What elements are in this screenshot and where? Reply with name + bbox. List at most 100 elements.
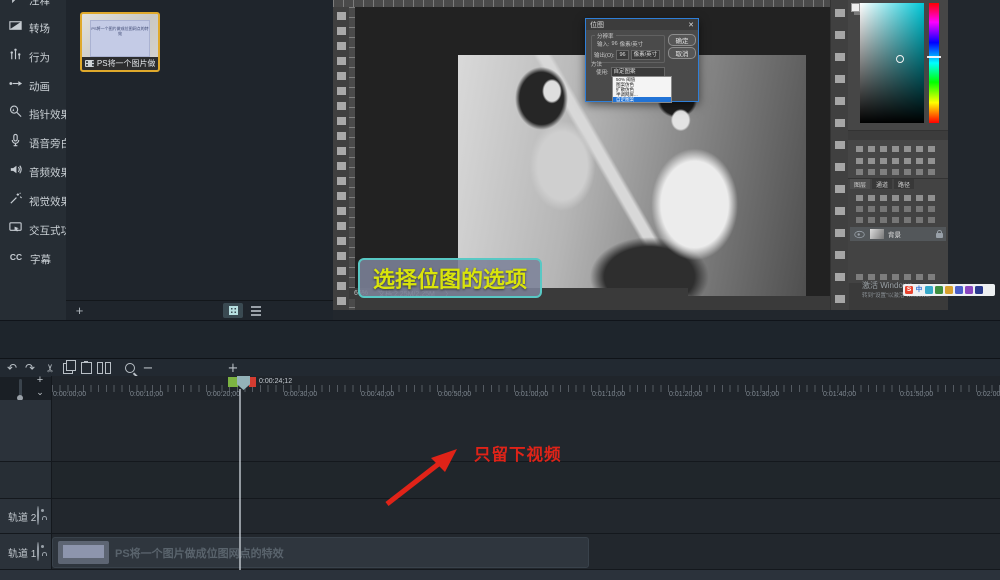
- add-media-button[interactable]: +: [72, 303, 87, 318]
- ps-layer-thumbnail: [870, 229, 884, 239]
- ps-layers-tabs: 图层 通道 路径: [848, 179, 914, 189]
- ime-icon: [955, 286, 963, 294]
- ps-layer-name: 背景: [888, 229, 901, 239]
- list-view-button[interactable]: [247, 303, 265, 318]
- sidebar-item-animations[interactable]: 动画: [0, 72, 66, 100]
- ps-layers-blend-row: [856, 206, 940, 212]
- ps-use-label: 使用:: [596, 68, 609, 76]
- ps-hue-cursor: [927, 56, 941, 58]
- ruler-label: 0:00:30;00: [284, 391, 317, 398]
- captions-cc-icon: CC: [8, 249, 24, 269]
- ps-panel-icon-strip: [830, 0, 849, 310]
- grid-view-button[interactable]: [223, 303, 243, 318]
- split-icon: [97, 362, 111, 374]
- track2-header: 轨道 2: [0, 499, 51, 533]
- eye-icon: [854, 230, 864, 237]
- playhead-line[interactable]: [239, 389, 241, 570]
- sidebar-item-interactivity[interactable]: 交互式功能: [0, 216, 66, 244]
- red-arrow-annotation: [383, 446, 463, 508]
- ps-tab-paths: 路径: [894, 179, 914, 189]
- paste-icon: [81, 362, 92, 374]
- ps-adjustments-panel: [848, 130, 948, 179]
- video-editor-app: 注释 转场 行为 动画 指针效果 语音旁白 音频效果 视觉效果: [0, 0, 1000, 580]
- ps-dropdown-option-selected: 自定图案: [613, 97, 671, 102]
- speaker-icon: [8, 162, 23, 182]
- transitions-icon: [8, 18, 23, 38]
- grid-view-icon: [229, 306, 238, 315]
- media-bin: PS将一个图片做成位图网点的特效 PS将一个图片做...: [66, 0, 333, 320]
- ps-input-value: 96: [612, 41, 618, 47]
- copy-icon: [63, 363, 73, 374]
- ps-resolution-group: 分辨率 输入: 96 像素/英寸 输出(O): 96 像素/英寸: [591, 35, 665, 63]
- sidebar-item-annotations[interactable]: 注释: [0, 0, 66, 14]
- timeline-clip[interactable]: PS将一个图片做成位图网点的特效: [52, 537, 589, 568]
- ime-icon: [945, 286, 953, 294]
- ime-icon: [935, 286, 943, 294]
- zoom-in-button[interactable]: +: [226, 359, 240, 377]
- zoom-out-button[interactable]: −: [141, 359, 155, 377]
- input-method-toolbar: S 中: [903, 284, 995, 296]
- callout-text: 选择位图的选项: [373, 262, 527, 294]
- photoshop-screenshot: 66% 文档:2.25M/2.25M 〉 位图 ✕ 分辨率 输入: 96 像素/…: [333, 0, 948, 310]
- timeline-empty-area[interactable]: [51, 462, 1000, 498]
- playhead-in-marker[interactable]: [228, 377, 238, 387]
- ps-adjustment-icons-row: [856, 169, 940, 175]
- track2-name: 轨道 2: [8, 509, 36, 524]
- animations-icon: [8, 76, 23, 96]
- ruler-label: 0:01:00;00: [515, 391, 548, 398]
- paste-button[interactable]: [78, 359, 94, 377]
- sidebar-item-captions[interactable]: CC 字幕: [0, 245, 66, 273]
- sidebar-item-label: 注释: [29, 0, 50, 8]
- lock-icon: [936, 233, 943, 238]
- undo-button[interactable]: ↶: [4, 359, 20, 377]
- microphone-icon: [8, 133, 23, 153]
- timeline-bottom-strip: [0, 570, 1000, 580]
- eye-icon[interactable]: [37, 542, 39, 561]
- preview-canvas[interactable]: 66% 文档:2.25M/2.25M 〉 位图 ✕ 分辨率 输入: 96 像素/…: [333, 0, 1000, 320]
- sidebar-item-label: 指针效果: [29, 107, 71, 122]
- sidebar-item-audio-effects[interactable]: 音频效果: [0, 158, 66, 186]
- ps-cancel-button: 取消: [668, 47, 696, 59]
- sidebar-item-label: 视觉效果: [29, 194, 71, 209]
- ruler-label: 0:00:00;00: [53, 391, 86, 398]
- collapse-tracks-button[interactable]: ⌄: [32, 387, 48, 400]
- behaviors-icon: [8, 47, 23, 67]
- track2-lane[interactable]: [51, 499, 1000, 533]
- close-icon: ✕: [688, 21, 694, 29]
- track-header-spacer: [0, 462, 51, 498]
- media-bin-footer: +: [66, 300, 333, 321]
- sidebar-item-transitions[interactable]: 转场: [0, 14, 66, 42]
- callout-annotation[interactable]: 选择位图的选项: [358, 258, 542, 298]
- thumbnail-filename: PS将一个图片做...: [97, 58, 155, 69]
- eye-icon[interactable]: [37, 506, 39, 525]
- playhead-out-marker[interactable]: [249, 377, 256, 387]
- timeline-ruler[interactable]: 0:00:00;00 0:00:10;00 0:00:20;00 0:00:30…: [51, 376, 1000, 400]
- thumbnail-slide-preview: PS将一个图片做成位图网点的特效: [90, 20, 150, 57]
- ruler-label: 0:01:50;00: [900, 391, 933, 398]
- clip-title: PS将一个图片做成位图网点的特效: [115, 545, 284, 561]
- ps-bitmap-dialog: 位图 ✕ 分辨率 输入: 96 像素/英寸 输出(O): 96 像素/英寸: [585, 18, 699, 102]
- media-clip-thumbnail[interactable]: PS将一个图片做成位图网点的特效 PS将一个图片做...: [80, 12, 160, 72]
- sidebar-item-behaviors[interactable]: 行为: [0, 43, 66, 71]
- ps-output-row: 输出(O): 96 像素/英寸: [594, 50, 660, 60]
- ruler-label: 0:00:40;00: [361, 391, 394, 398]
- sidebar-item-voice-narration[interactable]: 语音旁白: [0, 129, 66, 157]
- track1-header: 轨道 1: [0, 534, 51, 569]
- ime-icon: [975, 286, 983, 294]
- split-button[interactable]: [95, 359, 113, 377]
- copy-button[interactable]: [60, 359, 76, 377]
- sidebar-item-cursor-effects[interactable]: 指针效果: [0, 100, 66, 128]
- thumbnail-label-bar: PS将一个图片做...: [82, 57, 158, 70]
- ps-layers-panel: 图层 通道 路径 背景: [848, 178, 948, 283]
- ps-fg-bg-swatch-icon: [851, 3, 860, 12]
- ruler-label: 0:01:30;00: [746, 391, 779, 398]
- sidebar-item-visual-effects[interactable]: 视觉效果: [0, 187, 66, 215]
- ime-icon: [925, 286, 933, 294]
- add-track-button[interactable]: +: [32, 374, 48, 387]
- ps-tab-layers: 图层: [850, 179, 870, 189]
- ps-resolution-legend: 分辨率: [595, 32, 616, 40]
- zoom-tool-button[interactable]: [122, 359, 138, 377]
- ps-input-unit: 像素/英寸: [620, 40, 644, 48]
- cursor-effects-icon: [8, 104, 23, 124]
- ps-adjustment-icons-row: [856, 146, 940, 152]
